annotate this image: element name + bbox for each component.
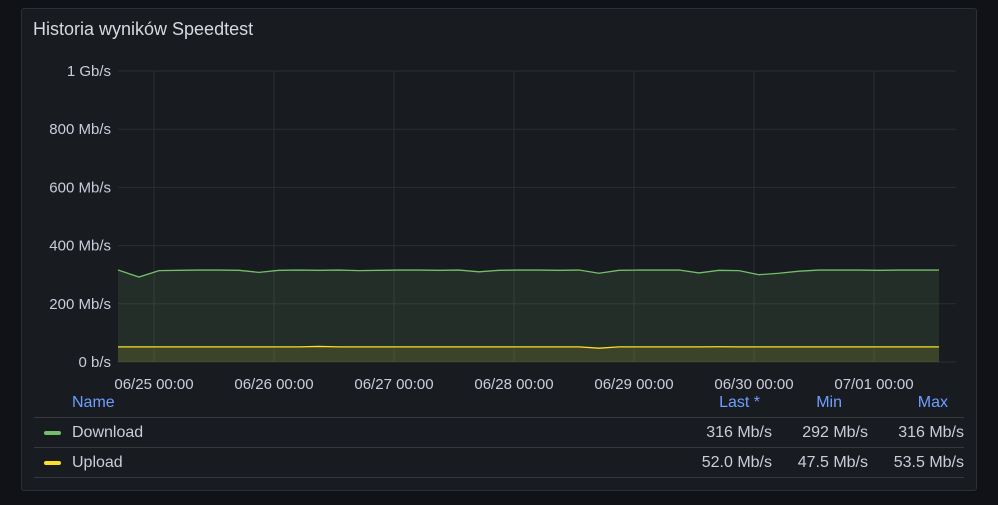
legend-last: 52.0 Mb/s xyxy=(701,454,772,471)
series-color-swatch[interactable] xyxy=(44,461,61,465)
series-color-swatch[interactable] xyxy=(44,431,61,435)
legend-row-download[interactable]: Download 316 Mb/s 292 Mb/s 316 Mb/s xyxy=(34,417,964,447)
x-tick-label: 07/01 00:00 xyxy=(834,376,913,389)
legend-max: 53.5 Mb/s xyxy=(893,454,964,471)
y-tick-label: 600 Mb/s xyxy=(49,179,111,196)
speedtest-panel: Historia wyników Speedtest 0 b/s 200 Mb/s… xyxy=(21,8,977,491)
legend-header-max[interactable]: Max xyxy=(918,394,948,412)
legend-max: 316 Mb/s xyxy=(898,424,964,441)
legend-series-name[interactable]: Upload xyxy=(72,448,123,477)
series-area-upload xyxy=(118,346,939,362)
y-tick-label: 800 Mb/s xyxy=(49,121,111,138)
x-tick-label: 06/29 00:00 xyxy=(594,376,673,389)
x-tick-label: 06/26 00:00 xyxy=(234,376,313,389)
y-tick-label: 1 Gb/s xyxy=(67,63,111,80)
x-tick-label: 06/25 00:00 xyxy=(114,376,193,389)
x-tick-label: 06/30 00:00 xyxy=(714,376,793,389)
legend-header-name[interactable]: Name xyxy=(72,394,115,412)
legend-header-last[interactable]: Last * xyxy=(719,394,760,412)
timeseries-chart[interactable]: 0 b/s 200 Mb/s 400 Mb/s 600 Mb/s 800 Mb/s 1 G… xyxy=(22,9,976,389)
x-tick-label: 06/28 00:00 xyxy=(474,376,553,389)
legend-header: Name Last * Min Max xyxy=(34,394,964,416)
legend-series-name[interactable]: Download xyxy=(72,418,143,447)
legend-header-min[interactable]: Min xyxy=(816,394,842,412)
legend-row-upload[interactable]: Upload 52.0 Mb/s 47.5 Mb/s 53.5 Mb/s xyxy=(34,447,964,478)
legend-min: 47.5 Mb/s xyxy=(797,454,868,471)
legend-min: 292 Mb/s xyxy=(802,424,868,441)
legend-last: 316 Mb/s xyxy=(706,424,772,441)
y-tick-label: 400 Mb/s xyxy=(49,238,111,255)
y-tick-label: 200 Mb/s xyxy=(49,296,111,313)
x-tick-label: 06/27 00:00 xyxy=(354,376,433,389)
y-tick-label: 0 b/s xyxy=(78,354,111,371)
